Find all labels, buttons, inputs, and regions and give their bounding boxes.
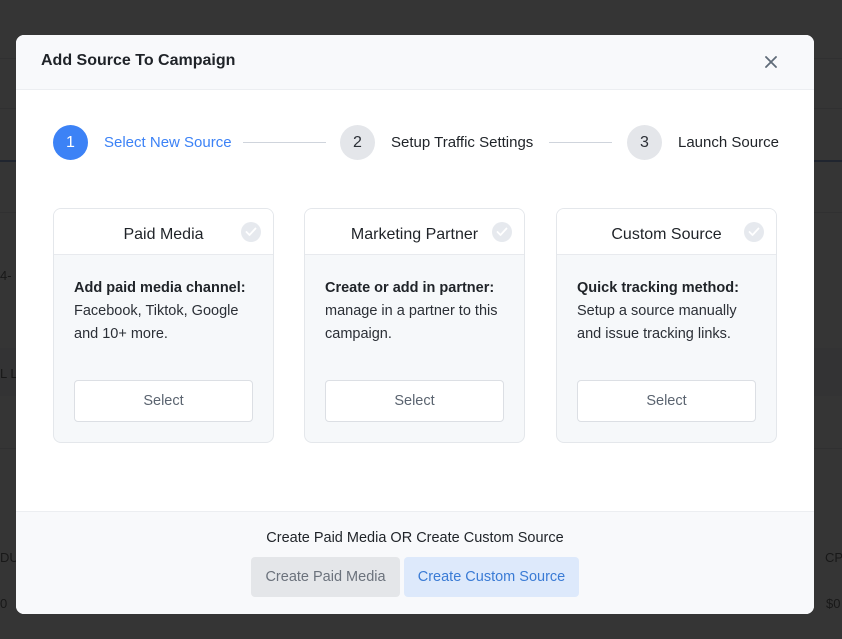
card-header: Marketing Partner	[305, 209, 524, 255]
card-custom-source[interactable]: Custom Source Quick tracking method: Set…	[556, 208, 777, 443]
card-title: Paid Media	[123, 226, 204, 243]
card-title: Marketing Partner	[350, 226, 479, 243]
step-number: 1	[53, 125, 88, 160]
step-label: Setup Traffic Settings	[391, 134, 534, 151]
select-custom-source-button[interactable]: Select	[577, 380, 756, 422]
modal-footer: Create Paid Media OR Create Custom Sourc…	[16, 511, 814, 614]
select-paid-media-button[interactable]: Select	[74, 380, 253, 422]
step-label: Select New Source	[104, 134, 232, 151]
step-label: Launch Source	[678, 134, 779, 151]
close-icon	[765, 56, 777, 68]
step-connector	[549, 142, 612, 143]
card-paid-media[interactable]: Paid Media Add paid media channel: Faceb…	[53, 208, 274, 443]
step-setup-traffic-settings: 2 Setup Traffic Settings	[340, 125, 533, 160]
step-number: 3	[627, 125, 662, 160]
check-circle-icon	[241, 222, 261, 242]
add-source-modal: Add Source To Campaign 1 Select New Sour…	[16, 35, 814, 614]
card-heading: Add paid media channel:	[74, 280, 246, 296]
card-text: Facebook, Tiktok, Google and 10+ more.	[74, 303, 239, 342]
card-description: Create or add in partner: manage in a pa…	[325, 277, 508, 346]
footer-caption: Create Paid Media OR Create Custom Sourc…	[266, 530, 564, 546]
card-header: Custom Source	[557, 209, 776, 255]
check-circle-icon	[744, 222, 764, 242]
card-title: Custom Source	[611, 226, 722, 243]
step-number: 2	[340, 125, 375, 160]
card-description: Quick tracking method: Setup a source ma…	[577, 277, 760, 346]
step-select-new-source: 1 Select New Source	[53, 125, 232, 160]
card-text: Setup a source manually and issue tracki…	[577, 303, 737, 342]
card-description: Add paid media channel: Facebook, Tiktok…	[74, 277, 257, 346]
modal-header: Add Source To Campaign	[16, 35, 814, 90]
close-button[interactable]	[760, 49, 782, 75]
step-connector	[243, 142, 326, 143]
select-marketing-partner-button[interactable]: Select	[325, 380, 504, 422]
card-heading: Create or add in partner:	[325, 280, 495, 296]
modal-title: Add Source To Campaign	[41, 52, 236, 69]
check-circle-icon	[492, 222, 512, 242]
card-heading: Quick tracking method:	[577, 280, 739, 296]
create-paid-media-button[interactable]: Create Paid Media	[251, 557, 400, 597]
card-header: Paid Media	[54, 209, 273, 255]
card-marketing-partner[interactable]: Marketing Partner Create or add in partn…	[304, 208, 525, 443]
step-launch-source: 3 Launch Source	[627, 125, 779, 160]
card-text: manage in a partner to this campaign.	[325, 303, 498, 342]
create-custom-source-button[interactable]: Create Custom Source	[404, 557, 579, 597]
